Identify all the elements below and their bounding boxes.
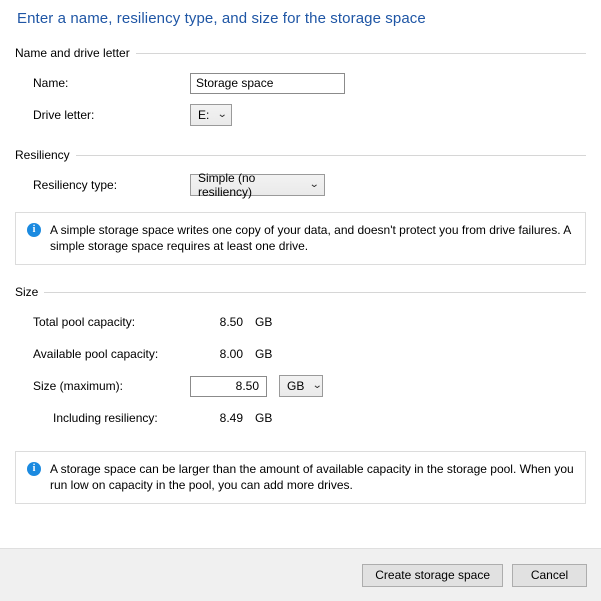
group-label: Size xyxy=(15,285,39,299)
drive-letter-value: E: xyxy=(198,108,210,122)
total-pool-capacity-value: 8.50 xyxy=(219,315,243,329)
group-header-resiliency: Resiliency xyxy=(15,148,586,162)
info-icon: i xyxy=(27,462,41,476)
dialog-content: Enter a name, resiliency type, and size … xyxy=(0,0,601,548)
group-header-size: Size xyxy=(15,285,586,299)
create-storage-space-button[interactable]: Create storage space xyxy=(362,563,503,587)
storage-space-dialog: Enter a name, resiliency type, and size … xyxy=(0,0,601,601)
total-pool-capacity-label: Total pool capacity: xyxy=(33,315,136,329)
size-info-box: i A storage space can be larger than the… xyxy=(15,451,586,504)
group-header-name-and-drive-letter: Name and drive letter xyxy=(15,46,586,60)
drive-letter-label: Drive letter: xyxy=(33,108,95,122)
resiliency-type-label: Resiliency type: xyxy=(33,178,118,192)
chevron-down-icon: ⌄ xyxy=(217,109,228,120)
available-pool-capacity-label: Available pool capacity: xyxy=(33,347,159,361)
resiliency-info-box: i A simple storage space writes one copy… xyxy=(15,212,586,265)
row-resiliency-type: Resiliency type: Simple (no resiliency) … xyxy=(15,170,586,200)
row-available-pool-capacity: Available pool capacity: 8.00 GB xyxy=(15,339,586,369)
resiliency-type-select[interactable]: Simple (no resiliency) ⌄ xyxy=(190,171,325,199)
size-maximum-input[interactable] xyxy=(190,375,267,397)
size-info-text: A storage space can be larger than the a… xyxy=(50,462,574,492)
size-unit-value: GB xyxy=(287,379,305,393)
row-including-resiliency: Including resiliency: 8.49 GB xyxy=(15,403,586,433)
total-pool-capacity-unit: GB xyxy=(255,315,273,329)
chevron-down-icon: ⌄ xyxy=(312,380,323,391)
drive-letter-select[interactable]: E: ⌄ xyxy=(190,104,232,126)
group-rule xyxy=(44,291,586,293)
size-unit-select[interactable]: GB ⌄ xyxy=(279,375,323,397)
size-maximum-label: Size (maximum): xyxy=(33,379,124,393)
group-label: Name and drive letter xyxy=(15,46,130,60)
resiliency-info-text: A simple storage space writes one copy o… xyxy=(50,223,571,253)
including-resiliency-unit: GB xyxy=(255,411,273,425)
group-rule xyxy=(75,154,586,156)
including-resiliency-value: 8.49 xyxy=(219,411,243,425)
info-icon: i xyxy=(27,223,41,237)
available-pool-capacity-unit: GB xyxy=(255,347,273,361)
row-size-maximum: Size (maximum): GB ⌄ xyxy=(15,371,586,401)
chevron-down-icon: ⌄ xyxy=(308,179,320,190)
page-title: Enter a name, resiliency type, and size … xyxy=(17,10,426,27)
group-label: Resiliency xyxy=(15,148,70,162)
row-total-pool-capacity: Total pool capacity: 8.50 GB xyxy=(15,307,586,337)
row-name: Name: xyxy=(15,68,586,98)
available-pool-capacity-value: 8.00 xyxy=(219,347,243,361)
including-resiliency-label: Including resiliency: xyxy=(53,411,158,425)
cancel-button[interactable]: Cancel xyxy=(512,563,587,587)
row-drive-letter: Drive letter: E: ⌄ xyxy=(15,100,586,130)
resiliency-type-value: Simple (no resiliency) xyxy=(198,171,256,199)
dialog-footer: Create storage space Cancel xyxy=(0,548,601,601)
group-rule xyxy=(135,52,586,54)
name-label: Name: xyxy=(33,76,69,90)
name-input[interactable] xyxy=(190,72,345,94)
